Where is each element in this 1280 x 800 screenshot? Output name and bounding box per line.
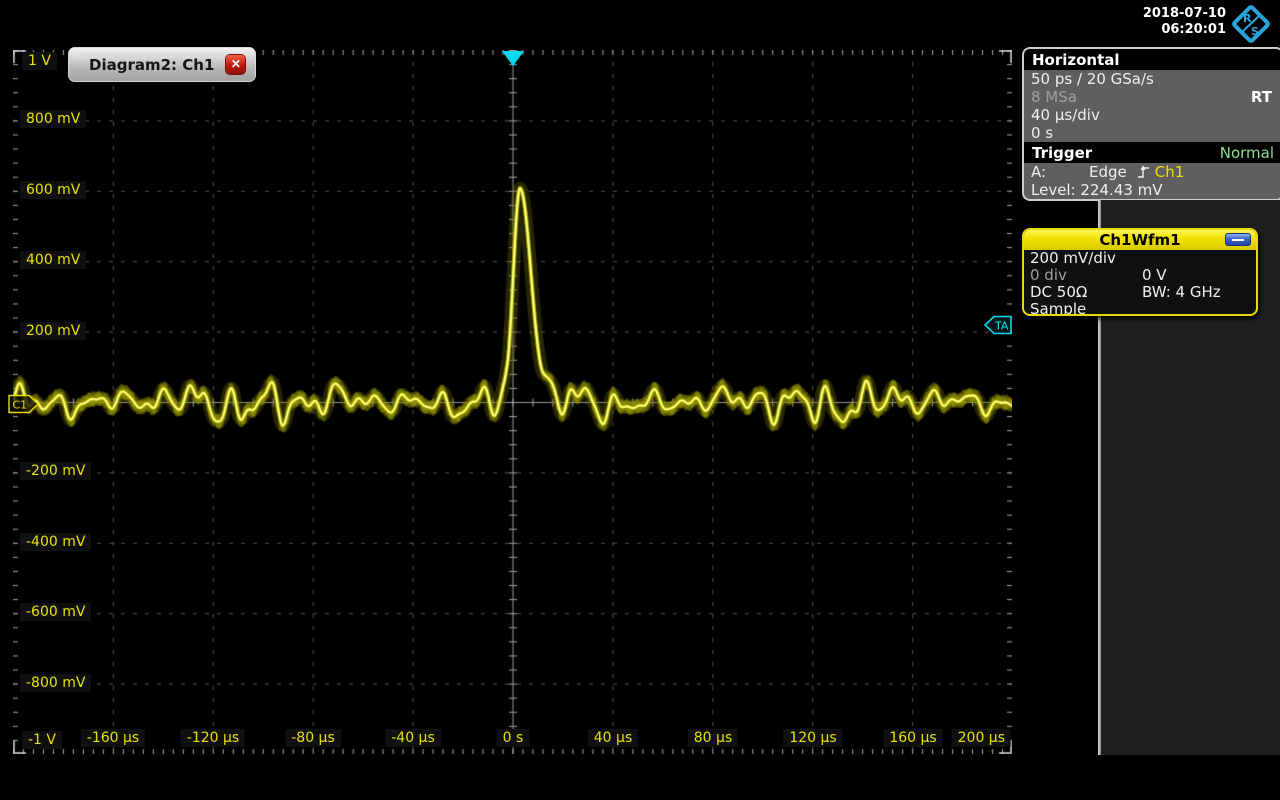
trigger-panel-header[interactable]: Trigger Normal (1024, 142, 1280, 163)
logo-letter-r: R (1243, 12, 1252, 25)
time-label: 06:20:01 (1143, 22, 1226, 38)
ch1-scale: 200 mV/div (1024, 250, 1256, 267)
ch1-coupling: DC 50Ω (1030, 283, 1087, 301)
horizontal-resolution: 50 ps / 20 GSa/s (1024, 70, 1280, 88)
ch1-waveform-panel[interactable]: Ch1Wfm1 200 mV/div 0 div 0 V DC 50Ω BW: … (1022, 228, 1258, 316)
trigger-position-marker[interactable] (502, 51, 524, 66)
oscilloscope-screen: { "datetime": { "date": "2018-07-10", "t… (0, 0, 1280, 800)
y-axis-max-label: 1 V (22, 52, 57, 70)
horizontal-acq-mode: RT (1251, 88, 1272, 106)
y-axis-tick-label: 200 mV (20, 322, 86, 340)
y-axis-tick-label: -400 mV (20, 533, 91, 551)
ch1-waveform-panel-title: Ch1Wfm1 (1099, 231, 1180, 249)
trigger-source: Ch1 (1155, 163, 1185, 181)
trigger-level-marker[interactable]: TA (984, 315, 1012, 335)
trigger-level: Level: 224.43 mV (1024, 181, 1280, 199)
diagram-tab-label: Diagram2: Ch1 (89, 56, 214, 74)
channel-marker-label: C1 (13, 399, 28, 412)
rohde-schwarz-logo: R S (1230, 3, 1272, 45)
ch1-decimation: Sample (1024, 301, 1256, 316)
x-axis-tick-label: 120 µs (783, 729, 842, 747)
y-axis-tick-label: 800 mV (20, 110, 86, 128)
x-axis-tick-label: -120 µs (181, 729, 245, 747)
channel-marker[interactable]: C1 (8, 394, 40, 414)
x-axis-tick-label: -160 µs (81, 729, 145, 747)
horizontal-record-length: 8 MSa (1031, 88, 1077, 106)
y-axis-tick-label: -800 mV (20, 674, 91, 692)
y-axis-tick-label: 600 mV (20, 181, 86, 199)
trigger-sequence-label: A: (1031, 163, 1089, 181)
horizontal-trigger-panel[interactable]: Horizontal 50 ps / 20 GSa/s 8 MSa RT 40 … (1022, 47, 1280, 201)
minimize-button[interactable] (1225, 233, 1251, 246)
datetime-display: 2018-07-10 06:20:01 (1143, 6, 1226, 38)
x-axis-tick-label: 160 µs (883, 729, 942, 747)
waveform-display[interactable] (13, 50, 1012, 754)
ch1-offset-volts: 0 V (1142, 267, 1167, 284)
tab-close-button[interactable]: ✕ (226, 55, 245, 74)
trigger-panel-title: Trigger (1032, 144, 1092, 162)
close-icon: ✕ (231, 57, 241, 71)
x-axis-tick-label: -40 µs (385, 729, 441, 747)
y-axis-tick-label: -200 mV (20, 462, 91, 480)
x-axis-tick-label: 40 µs (588, 729, 638, 747)
horizontal-position: 0 s (1024, 124, 1280, 142)
x-axis-tick-label: 80 µs (688, 729, 738, 747)
ch1-offset-div: 0 div (1030, 266, 1067, 284)
logo-letter-s: S (1251, 25, 1259, 38)
x-axis-tick-label: -80 µs (285, 729, 341, 747)
trigger-level-marker-label: TA (994, 320, 1009, 333)
rising-edge-icon (1137, 164, 1151, 180)
y-axis-min-label: -1 V (22, 731, 62, 749)
trigger-type: Edge (1089, 163, 1127, 181)
date-label: 2018-07-10 (1143, 6, 1226, 22)
horizontal-panel-header[interactable]: Horizontal (1024, 49, 1280, 70)
horizontal-panel-title: Horizontal (1032, 51, 1120, 69)
horizontal-timebase: 40 µs/div (1024, 106, 1280, 124)
x-axis-tick-label: 200 µs (952, 729, 1011, 747)
y-axis-tick-label: -600 mV (20, 603, 91, 621)
x-axis-tick-label: 0 s (497, 729, 530, 747)
trigger-mode: Normal (1220, 144, 1274, 162)
diagram-tab[interactable]: Diagram2: Ch1 ✕ (68, 47, 256, 82)
y-axis-tick-label: 400 mV (20, 251, 86, 269)
diagram-area (13, 50, 1012, 754)
ch1-waveform-panel-header[interactable]: Ch1Wfm1 (1024, 230, 1256, 250)
ch1-bandwidth: BW: 4 GHz (1142, 284, 1221, 301)
